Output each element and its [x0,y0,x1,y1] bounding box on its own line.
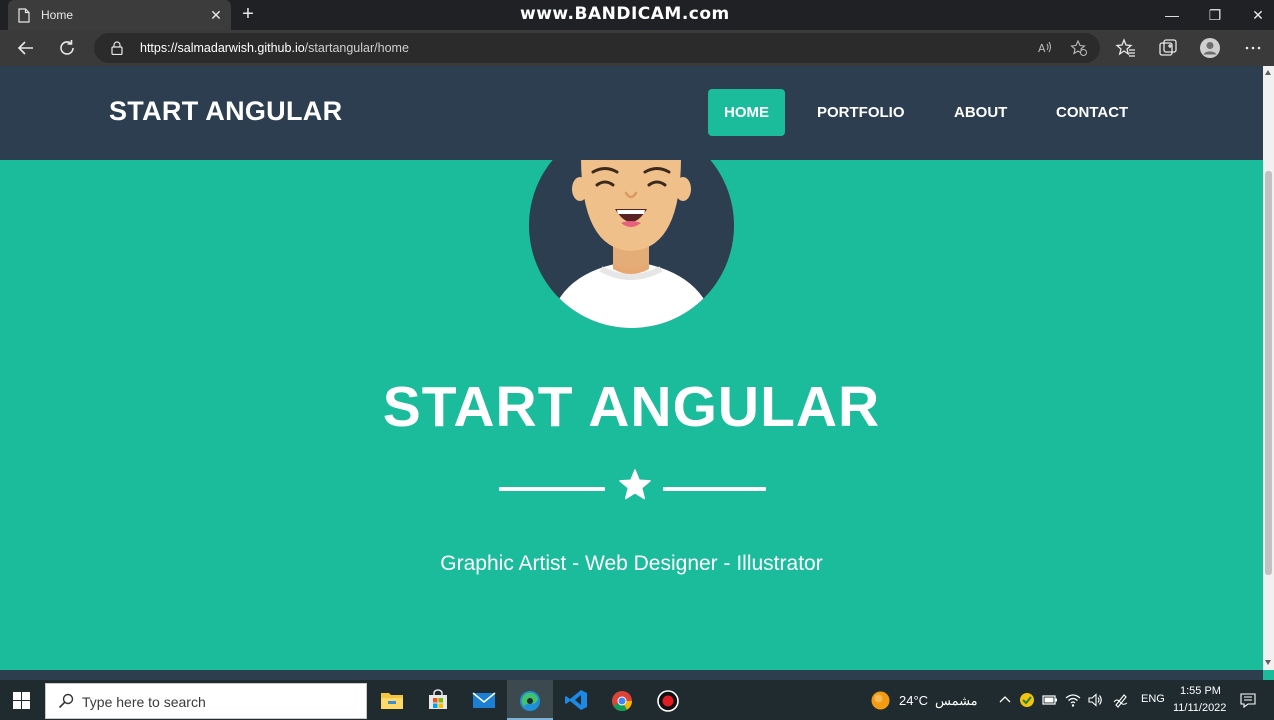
browser-toolbar: https://salmadarwish.github.io/startangu… [0,30,1274,66]
app-tray-icon[interactable] [1019,692,1035,708]
browser-tab[interactable]: Home ✕ [8,0,231,30]
site-brand[interactable]: START ANGULAR [109,96,342,127]
profile-avatar-icon[interactable] [1199,37,1221,59]
window-restore-button[interactable]: ❐ [1205,5,1225,25]
back-arrow-icon[interactable] [15,37,37,59]
weather-temperature[interactable]: 24°C [899,693,928,708]
taskbar-search-box[interactable]: Type here to search [45,683,367,719]
vscode-app[interactable] [553,680,599,720]
search-icon [58,693,74,709]
address-bar[interactable]: https://salmadarwish.github.io/startangu… [94,33,1100,63]
page-scrollbar[interactable] [1263,66,1274,670]
bandicam-watermark: www.BANDICAM.com [520,4,730,24]
file-explorer-app[interactable] [369,680,415,720]
window-close-button[interactable]: ✕ [1248,5,1268,25]
star-icon [619,469,651,500]
windows-start-icon[interactable] [13,692,30,709]
clock-time[interactable]: 1:55 PM [1180,685,1221,697]
store-icon [429,689,447,709]
site-navbar: START ANGULAR HOME PORTFOLIO ABOUT CONTA… [0,66,1263,160]
favorites-icon[interactable] [1115,37,1137,59]
tab-title: Home [41,8,74,22]
weather-sun-icon[interactable] [871,691,890,710]
nav-link-home[interactable]: HOME [708,89,785,136]
refresh-icon[interactable] [56,37,78,59]
hero-title: START ANGULAR [382,375,881,439]
url-path: /startangular/home [304,41,409,55]
file-explorer-icon [381,693,403,709]
scroll-up-arrow-icon[interactable] [1265,70,1271,75]
mail-icon [472,692,496,708]
page-footer-strip [0,670,1263,680]
hero-subtitle: Graphic Artist - Web Designer - Illustra… [440,552,823,575]
edge-icon [520,691,540,711]
scroll-thumb[interactable] [1265,171,1272,575]
notification-center-icon[interactable] [1240,692,1256,708]
record-icon [657,690,679,712]
chevron-up-icon[interactable] [997,692,1013,708]
divider-line-left [499,487,605,491]
read-aloud-icon[interactable]: A [1036,39,1054,57]
volume-icon[interactable] [1087,692,1103,708]
weather-condition[interactable]: مشمس [935,693,978,709]
mail-app[interactable] [461,680,507,720]
url-host: https://salmadarwish.github.io [140,41,305,55]
window-minimize-button[interactable]: — [1162,5,1182,25]
nav-link-portfolio[interactable]: PORTFOLIO [801,89,921,136]
chrome-icon [612,691,633,712]
page-viewport: START ANGULAR HOME PORTFOLIO ABOUT CONTA… [0,66,1263,670]
lock-icon[interactable] [111,41,123,55]
url-text: https://salmadarwish.github.io/startangu… [140,41,409,55]
chrome-app[interactable] [599,680,645,720]
battery-icon[interactable] [1042,692,1058,708]
tab-close-icon[interactable]: ✕ [207,6,225,24]
nav-link-contact[interactable]: CONTACT [1040,89,1144,136]
add-favorite-icon[interactable] [1070,39,1088,57]
language-indicator[interactable]: ENG [1141,693,1165,705]
microsoft-store-app[interactable] [415,680,461,720]
windows-taskbar: Type here to search 24°C مشمس ENG 1:55 P… [0,680,1274,720]
edge-app[interactable] [507,680,553,720]
bandicam-app[interactable] [645,680,691,720]
wifi-icon[interactable] [1065,692,1081,708]
pen-ink-icon[interactable] [1113,692,1129,708]
browser-tab-strip: Home ✕ + www.BANDICAM.com — ❐ ✕ [0,0,1274,30]
nav-link-about[interactable]: ABOUT [938,89,1023,136]
more-options-icon[interactable] [1242,37,1264,59]
new-tab-button[interactable]: + [238,4,258,25]
scroll-down-arrow-icon[interactable] [1265,660,1271,665]
page-icon [18,8,30,23]
svg-text:A: A [1038,42,1046,55]
search-placeholder: Type here to search [82,694,206,710]
divider-line-right [663,487,766,491]
collections-icon[interactable] [1157,37,1179,59]
vscode-icon [565,690,587,710]
clock-date[interactable]: 11/11/2022 [1173,702,1226,714]
